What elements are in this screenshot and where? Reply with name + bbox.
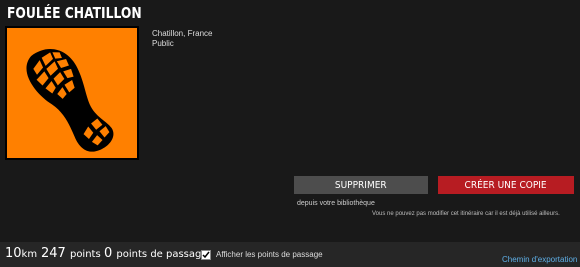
running-shoe-icon	[26, 49, 114, 152]
delete-button[interactable]: SUPPRIMER	[294, 176, 428, 194]
edit-restriction-note: Vous ne pouvez pas modifier cet itinérai…	[372, 211, 560, 217]
delete-button-label: SUPPRIMER	[335, 179, 387, 191]
distance-unit: km	[21, 249, 38, 260]
export-path-link[interactable]: Chemin d'exportation	[502, 255, 577, 264]
show-waypoints-label: Afficher les points de passage	[216, 250, 323, 259]
route-visibility: Public	[152, 39, 174, 48]
route-meta: Chatillon, France Public	[152, 29, 212, 49]
points-value: 247	[41, 246, 66, 261]
waypoints-label: points de passage	[116, 249, 208, 260]
points-stat: 247 points	[41, 246, 101, 261]
checkmark-icon	[202, 251, 210, 259]
delete-subtext: depuis votre bibliothèque	[297, 200, 375, 207]
route-thumbnail	[5, 26, 139, 160]
create-copy-button[interactable]: CRÉER UNE COPIE	[438, 176, 574, 194]
show-waypoints-checkbox[interactable]	[201, 250, 211, 260]
waypoints-stat: 0 points de passage	[104, 246, 208, 261]
route-title: FOULÉE CHATILLON	[7, 4, 142, 22]
distance-stat: 10km	[5, 246, 37, 261]
create-copy-button-label: CRÉER UNE COPIE	[464, 179, 548, 191]
points-label: points	[69, 249, 101, 260]
route-location: Chatillon, France	[152, 29, 213, 38]
waypoints-value: 0	[104, 246, 113, 261]
distance-value: 10	[5, 246, 22, 261]
